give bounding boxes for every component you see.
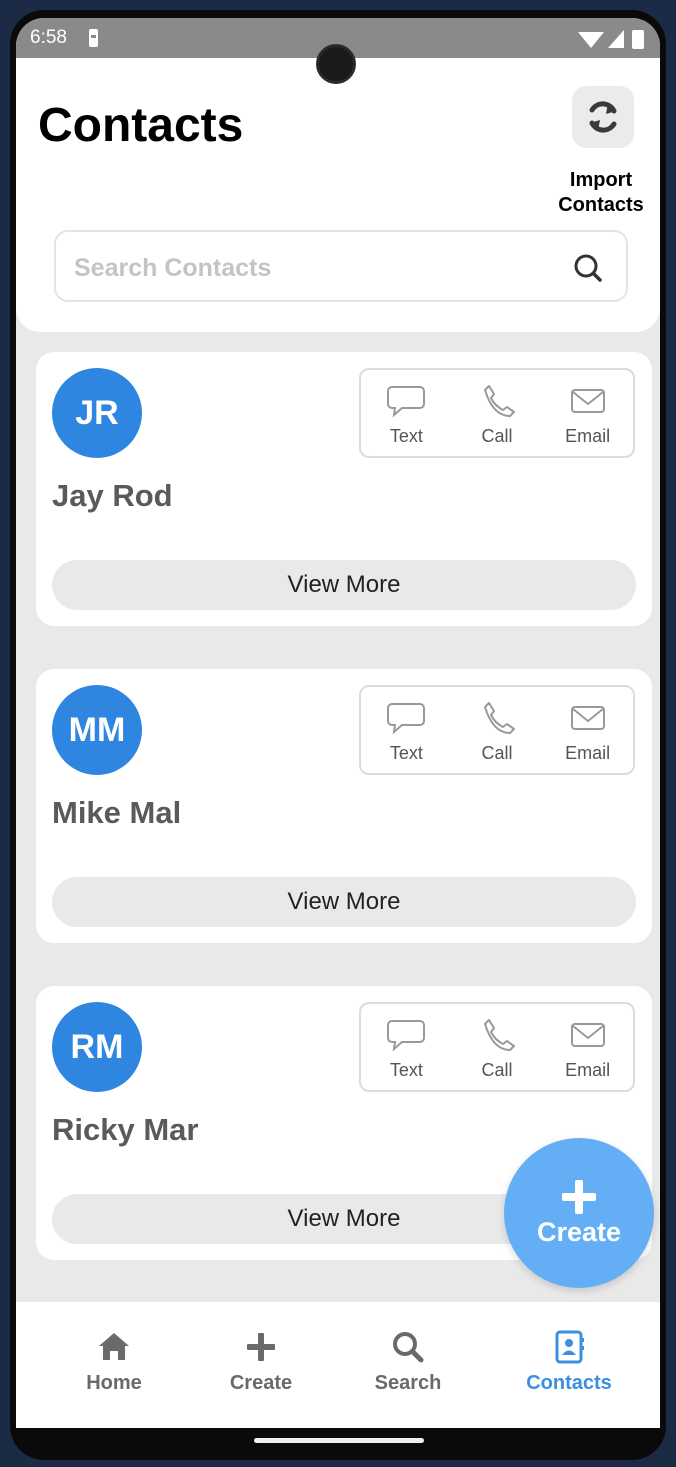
text-button[interactable]: Text [361,1004,452,1090]
nav-item-search[interactable]: Search [348,1302,468,1412]
header: Contacts Import Contacts Search Contacts [16,58,660,332]
import-contacts-label[interactable]: Import Contacts [546,168,656,218]
contact-name: Mike Mal [52,795,182,830]
import-contacts-button[interactable] [572,86,634,148]
email-button[interactable]: Email [542,1004,633,1090]
contact-actions: Text Call Email [359,1002,635,1092]
avatar: JR [52,368,142,458]
email-label: Email [565,743,611,763]
notification-icon [89,29,98,47]
nav-label-search: Search [374,1372,442,1394]
create-fab-label: Create [536,1216,622,1247]
status-time: 6:58 [30,27,67,48]
text-button[interactable]: Text [361,687,452,773]
plus-icon [562,1179,596,1214]
search-icon[interactable] [572,252,604,284]
contacts-book-icon [555,1330,584,1364]
wifi-icon [578,32,604,48]
nav-item-create[interactable]: Create [201,1302,321,1412]
nav-label-create: Create [229,1372,293,1394]
page-title: Contacts [38,99,244,152]
email-button[interactable]: Email [542,370,633,456]
search-placeholder: Search Contacts [74,254,272,282]
call-label: Call [481,743,513,763]
call-button[interactable]: Call [452,1004,543,1090]
refresh-icon [589,101,617,133]
text-label: Text [389,743,423,763]
contact-actions: Text Call Email [359,368,635,458]
nav-label-contacts: Contacts [526,1372,612,1394]
message-icon [387,386,426,418]
nav-item-contacts[interactable]: Contacts [509,1302,629,1412]
call-button[interactable]: Call [452,370,543,456]
mail-icon [570,389,605,413]
call-button[interactable]: Call [452,687,543,773]
phone-icon [484,702,515,734]
phone-frame: 6:58 Contacts Import Contacts Search Con… [10,10,666,1460]
mail-icon [570,1023,605,1047]
view-more-button[interactable]: View More [52,560,636,610]
email-button[interactable]: Email [542,687,633,773]
mail-icon [570,706,605,730]
contact-card: MM Mike Mal Text Call Email View More [36,669,652,943]
email-label: Email [565,426,611,446]
text-label: Text [389,426,423,446]
front-camera [316,44,356,84]
search-input[interactable]: Search Contacts [54,230,628,302]
avatar: MM [52,685,142,775]
contact-card: JR Jay Rod Text Call Email View More [36,352,652,626]
app-screen: 6:58 Contacts Import Contacts Search Con… [16,18,660,1428]
contact-actions: Text Call Email [359,685,635,775]
text-button[interactable]: Text [361,370,452,456]
signal-icon [608,30,624,48]
phone-icon [484,1019,515,1051]
message-icon [387,1020,426,1052]
status-icons [578,30,644,49]
text-label: Text [389,1060,423,1080]
contact-name: Ricky Mar [52,1112,199,1147]
call-label: Call [481,426,513,446]
nav-item-home[interactable]: Home [54,1302,174,1412]
message-icon [387,703,426,735]
home-icon [99,1333,129,1360]
phone-icon [484,385,515,417]
bottom-nav: Home Create Search Contacts [16,1302,660,1428]
contact-name: Jay Rod [52,478,173,513]
email-label: Email [565,1060,611,1080]
view-more-button[interactable]: View More [52,877,636,927]
battery-icon [632,30,644,49]
create-fab[interactable]: Create [504,1138,654,1288]
search-icon [393,1332,424,1363]
home-indicator[interactable] [254,1438,424,1443]
avatar: RM [52,1002,142,1092]
nav-label-home: Home [86,1372,142,1394]
plus-icon [247,1333,275,1361]
call-label: Call [481,1060,513,1080]
